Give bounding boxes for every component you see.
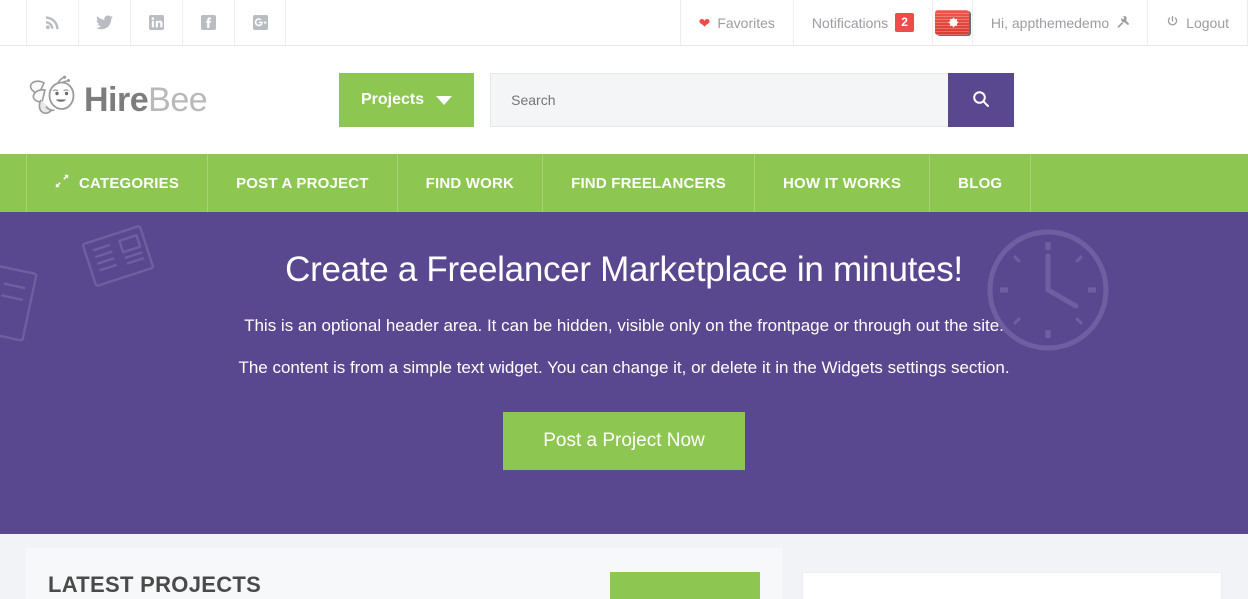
nav-label-how-it-works: HOW IT WORKS bbox=[782, 174, 902, 192]
logo-text-primary: Hire bbox=[84, 80, 149, 119]
notifications-badge: 2 bbox=[895, 13, 914, 32]
notifications-link[interactable]: Notifications 2 bbox=[792, 0, 932, 45]
nav-item-categories[interactable]: CATEGORIES bbox=[26, 154, 209, 212]
wrench-icon bbox=[1116, 15, 1130, 31]
social-link-rss[interactable] bbox=[26, 0, 78, 45]
search-gap bbox=[474, 73, 490, 127]
favorites-label: Favorites bbox=[717, 14, 775, 31]
nav-label-blog: BLOG bbox=[958, 174, 1003, 192]
logo-wordmark: HireBee bbox=[84, 80, 208, 120]
header-search-area: Projects bbox=[207, 73, 1146, 127]
logout-link[interactable]: Logout bbox=[1147, 0, 1248, 45]
projects-dropdown-button[interactable]: Projects bbox=[339, 73, 475, 127]
linkedin-icon bbox=[149, 15, 164, 30]
content-area: LATEST PROJECTS bbox=[0, 534, 1248, 599]
user-greeting-label: Hi, appthemedemo bbox=[990, 14, 1110, 31]
search-bar: Projects bbox=[339, 73, 1015, 127]
search-icon bbox=[971, 89, 991, 112]
nav-item-how-it-works[interactable]: HOW IT WORKS bbox=[755, 154, 931, 212]
site-logo[interactable]: HireBee bbox=[28, 74, 208, 127]
nav-item-find-work[interactable]: FIND WORK bbox=[398, 154, 544, 212]
hero-paragraph-1: This is an optional header area. It can … bbox=[244, 316, 1004, 335]
facebook-icon bbox=[201, 15, 216, 30]
chevron-down-icon bbox=[436, 95, 453, 105]
favorites-link[interactable]: ❤ Favorites bbox=[679, 0, 793, 45]
latest-projects-action-button[interactable] bbox=[610, 572, 760, 599]
expand-arrows-icon bbox=[55, 174, 69, 192]
sidebar-panel bbox=[802, 572, 1222, 599]
social-link-facebook[interactable] bbox=[182, 0, 234, 45]
search-submit-button[interactable] bbox=[948, 73, 1015, 127]
settings-link[interactable] bbox=[931, 0, 972, 45]
latest-projects-panel: LATEST PROJECTS bbox=[26, 548, 782, 599]
user-greeting-link[interactable]: Hi, appthemedemo bbox=[971, 0, 1147, 45]
search-input[interactable] bbox=[490, 73, 949, 127]
logout-label: Logout bbox=[1186, 14, 1229, 31]
nav-label-find-work: FIND WORK bbox=[425, 174, 515, 192]
post-project-cta-button[interactable]: Post a Project Now bbox=[503, 412, 745, 470]
site-header: HireBee Projects bbox=[0, 46, 1248, 154]
projects-dropdown-label: Projects bbox=[361, 91, 425, 108]
hero-content: Create a Freelancer Marketplace in minut… bbox=[0, 212, 1248, 470]
nav-label-post-a-project: POST A PROJECT bbox=[236, 174, 369, 192]
hero-title: Create a Freelancer Marketplace in minut… bbox=[285, 250, 963, 289]
twitter-icon bbox=[96, 15, 113, 30]
main-navigation: CATEGORIES POST A PROJECT FIND WORK FIND… bbox=[0, 154, 1248, 212]
googleplus-icon bbox=[252, 15, 268, 30]
heart-icon: ❤ bbox=[698, 14, 711, 31]
latest-projects-title: LATEST PROJECTS bbox=[48, 572, 262, 597]
social-link-linkedin[interactable] bbox=[130, 0, 182, 45]
notifications-label: Notifications bbox=[811, 14, 889, 31]
gear-icon bbox=[935, 10, 970, 35]
nav-label-find-freelancers: FIND FREELANCERS bbox=[571, 174, 726, 192]
social-link-twitter[interactable] bbox=[78, 0, 130, 45]
bee-mascot-icon bbox=[28, 74, 80, 127]
rss-icon bbox=[45, 15, 60, 30]
utility-top-bar: ❤ Favorites Notifications 2 Hi, apptheme… bbox=[0, 0, 1248, 46]
nav-label-categories: CATEGORIES bbox=[79, 174, 180, 192]
topbar-user-links: ❤ Favorites Notifications 2 Hi, apptheme… bbox=[679, 0, 1248, 45]
nav-item-blog[interactable]: BLOG bbox=[930, 154, 1032, 212]
nav-item-find-freelancers[interactable]: FIND FREELANCERS bbox=[543, 154, 755, 212]
social-links bbox=[0, 0, 286, 45]
power-icon bbox=[1166, 15, 1179, 31]
hero-banner: Create a Freelancer Marketplace in minut… bbox=[0, 212, 1248, 534]
logo-text-secondary: Bee bbox=[148, 80, 208, 119]
hero-paragraph-2: The content is from a simple text widget… bbox=[238, 358, 1010, 377]
social-link-googleplus[interactable] bbox=[234, 0, 286, 45]
nav-item-post-a-project[interactable]: POST A PROJECT bbox=[208, 154, 398, 212]
